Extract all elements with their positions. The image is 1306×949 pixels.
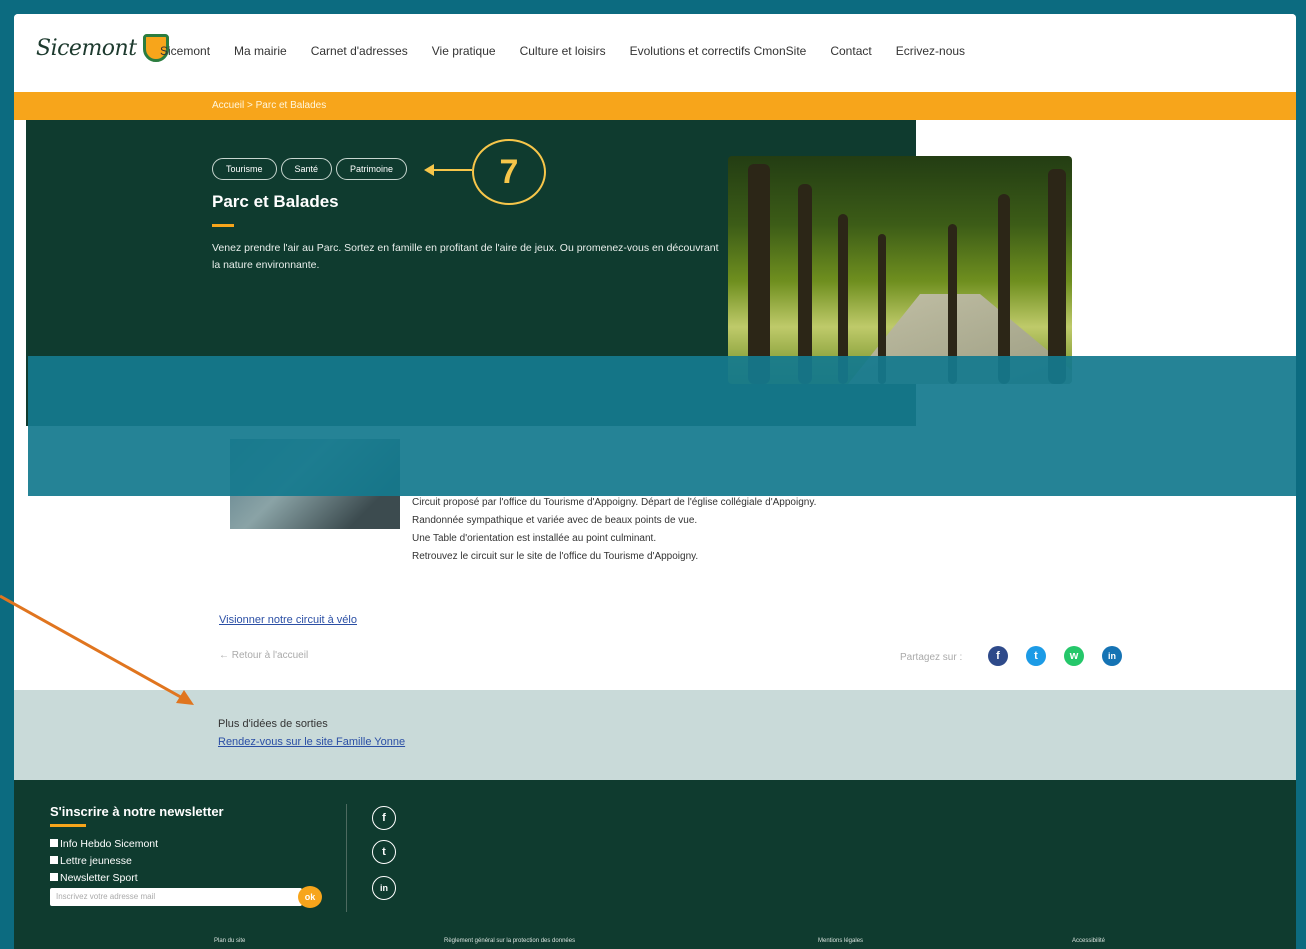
menu-item-contact[interactable]: Contact: [830, 44, 871, 58]
checkbox-icon[interactable]: [50, 856, 58, 864]
circuit-line: Retrouvez le circuit sur le site de l'of…: [412, 551, 699, 562]
newsletter-option-label: Newsletter Sport: [60, 872, 138, 884]
site-footer: S'inscrire à notre newsletter Info Hebdo…: [14, 780, 1296, 949]
circuit-line: Randonnée sympathique et variée avec de …: [412, 515, 698, 526]
browser-page: Sicemont Sicemont Ma mairie Carnet d'adr…: [14, 14, 1296, 949]
annotation-arrow-line: [432, 169, 472, 171]
menu-item-ma-mairie[interactable]: Ma mairie: [234, 44, 287, 58]
menu-item-vie-pratique[interactable]: Vie pratique: [432, 44, 496, 58]
breadcrumb[interactable]: Accueil > Parc et Balades: [212, 100, 326, 111]
footer-divider: [346, 804, 347, 912]
title-underline: [212, 224, 234, 227]
ideas-section: Plus d'idées de sorties Rendez-vous sur …: [14, 690, 1296, 780]
whatsapp-icon[interactable]: w: [1064, 646, 1084, 666]
footer-link-plan[interactable]: Plan du site: [214, 938, 245, 944]
menu-item-evolutions[interactable]: Evolutions et correctifs CmonSite: [630, 44, 807, 58]
footer-link-mentions[interactable]: Mentions légales: [818, 938, 863, 944]
teal-overlay-band: [28, 356, 1296, 496]
video-circuit-link[interactable]: Visionner notre circuit à vélo: [219, 614, 357, 626]
share-label: Partagez sur :: [900, 652, 963, 663]
circuit-line: Circuit proposé par l'office du Tourisme…: [412, 497, 817, 508]
tag-tourisme[interactable]: Tourisme: [212, 158, 277, 180]
newsletter-option[interactable]: Info Hebdo Sicemont: [50, 836, 158, 853]
newsletter-title: S'inscrire à notre newsletter: [50, 804, 224, 819]
newsletter-options: Info Hebdo Sicemont Lettre jeunesse News…: [50, 836, 158, 887]
tag-patrimoine[interactable]: Patrimoine: [336, 158, 408, 180]
annotation-number-badge: 7: [472, 139, 546, 205]
back-home-link[interactable]: ← Retour à l'accueil: [219, 650, 308, 661]
newsletter-option-label: Info Hebdo Sicemont: [60, 838, 159, 850]
newsletter-underline: [50, 824, 86, 827]
breadcrumb-bar: Accueil > Parc et Balades: [14, 92, 1296, 120]
checkbox-icon[interactable]: [50, 873, 58, 881]
ok-button[interactable]: ok: [298, 886, 322, 908]
linkedin-icon[interactable]: in: [372, 876, 396, 900]
menu-item-ecrivez[interactable]: Ecrivez-nous: [896, 44, 965, 58]
newsletter-option[interactable]: Lettre jeunesse: [50, 853, 158, 870]
tag-list: Tourisme Santé Patrimoine: [212, 158, 408, 180]
twitter-icon[interactable]: t: [1026, 646, 1046, 666]
menu-item-culture[interactable]: Culture et loisirs: [520, 44, 606, 58]
newsletter-option-label: Lettre jeunesse: [60, 855, 132, 867]
page-title: Parc et Balades: [212, 192, 339, 211]
photo-tree: [748, 164, 770, 384]
menu-item-carnet[interactable]: Carnet d'adresses: [311, 44, 408, 58]
page-description: Venez prendre l'air au Parc. Sortez en f…: [212, 242, 719, 271]
top-navigation: Sicemont Sicemont Ma mairie Carnet d'adr…: [14, 14, 1296, 90]
park-photo: [728, 156, 1072, 384]
footer-link-accessibilite[interactable]: Accessibilité: [1072, 938, 1105, 944]
site-logo[interactable]: Sicemont: [36, 34, 169, 62]
tag-sante[interactable]: Santé: [280, 158, 333, 180]
linkedin-icon[interactable]: in: [1102, 646, 1122, 666]
checkbox-icon[interactable]: [50, 839, 58, 847]
photo-tree: [798, 184, 812, 384]
main-menu: Sicemont Ma mairie Carnet d'adresses Vie…: [160, 44, 965, 58]
twitter-icon[interactable]: t: [372, 840, 396, 864]
facebook-icon[interactable]: f: [988, 646, 1008, 666]
share-icons: f t w in: [988, 646, 1122, 666]
menu-item-sicemont[interactable]: Sicemont: [160, 44, 210, 58]
email-field[interactable]: Inscrivez votre adresse mail: [50, 888, 302, 906]
ideas-title: Plus d'idées de sorties: [218, 718, 328, 730]
circuit-description: Circuit proposé par l'office du Tourisme…: [412, 494, 816, 566]
footer-link-rgpd[interactable]: Règlement général sur la protection des …: [444, 938, 575, 944]
photo-tree: [1048, 169, 1066, 384]
facebook-icon[interactable]: f: [372, 806, 396, 830]
circuit-line: Une Table d'orientation est installée au…: [412, 533, 657, 544]
logo-text: Sicemont: [36, 35, 137, 61]
newsletter-option[interactable]: Newsletter Sport: [50, 870, 158, 887]
famille-yonne-link[interactable]: Rendez-vous sur le site Famille Yonne: [218, 736, 405, 748]
